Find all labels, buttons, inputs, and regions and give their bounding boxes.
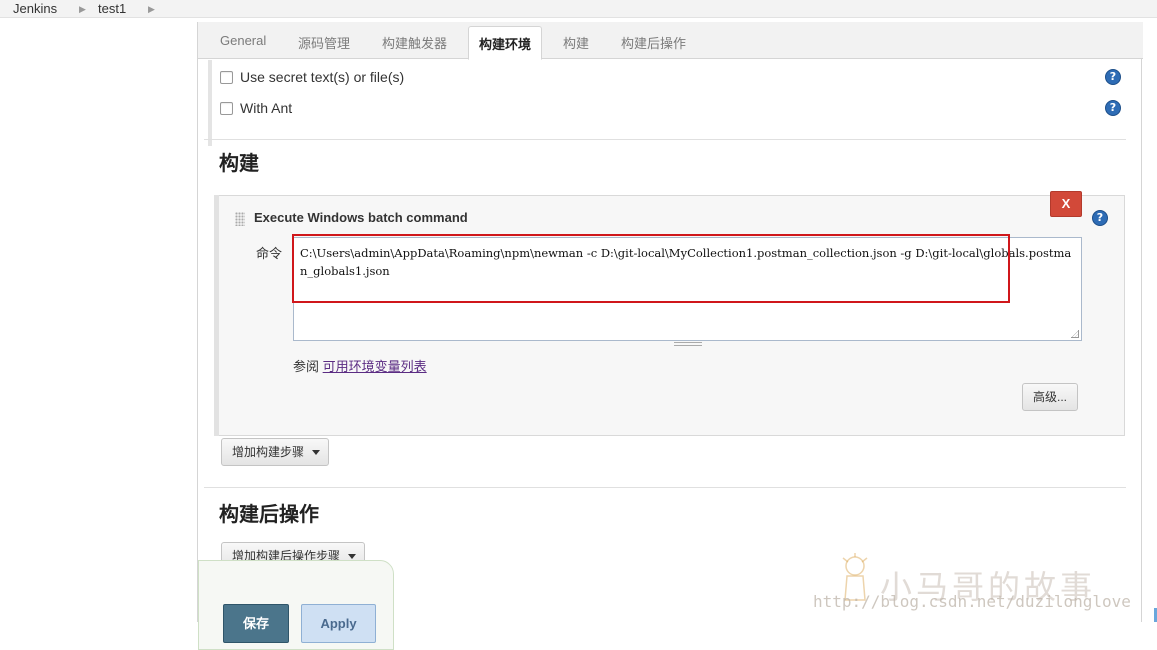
post-build-heading: 构建后操作 (219, 504, 319, 526)
env-vars-reference: 参阅 可用环境变量列表 (293, 356, 427, 375)
tab-post-build[interactable]: 构建后操作 (621, 33, 686, 52)
highlight-annotation (292, 234, 1010, 303)
add-build-step-label: 增加构建步骤 (232, 445, 305, 459)
breadcrumb: Jenkins ▶ test1 ▶ (0, 0, 1157, 18)
tab-build-env[interactable]: 构建环境 (468, 26, 543, 60)
secret-text-label: Use secret text(s) or file(s) (240, 69, 405, 85)
breadcrumb-item-job[interactable]: test1 (98, 1, 126, 16)
ref-prefix: 参阅 (293, 359, 320, 374)
step-title: Execute Windows batch command (254, 210, 468, 225)
watermark-url: http://blog.csdn.net/duzilonglove (813, 592, 1131, 611)
help-icon[interactable]: ? (1105, 69, 1121, 85)
divider (204, 487, 1126, 488)
save-bar: 保存 Apply (198, 560, 394, 650)
textarea-resize-handle[interactable] (674, 342, 702, 346)
with-ant-checkbox[interactable] (220, 101, 233, 115)
tab-build[interactable]: 构建 (563, 33, 589, 52)
caret-down-icon (348, 554, 357, 560)
tab-triggers[interactable]: 构建触发器 (382, 33, 447, 52)
delete-step-button[interactable]: X (1050, 191, 1082, 217)
with-ant-label: With Ant (240, 100, 293, 116)
breadcrumb-item-jenkins[interactable]: Jenkins (13, 1, 57, 16)
tab-general[interactable]: General (220, 33, 266, 48)
help-icon[interactable]: ? (1092, 210, 1108, 226)
apply-button[interactable]: Apply (301, 604, 376, 643)
command-label: 命令 (256, 246, 283, 261)
section-indent-bar (208, 60, 212, 146)
add-build-step-button[interactable]: 增加构建步骤 (221, 438, 329, 466)
caret-down-icon (312, 450, 321, 456)
step-indent-bar (214, 195, 219, 436)
help-icon[interactable]: ? (1105, 100, 1121, 116)
config-panel: General 源码管理 构建触发器 构建环境 构建 构建后操作 Use sec… (197, 22, 1143, 650)
build-step: Execute Windows batch command X ? 命令 C:\… (214, 191, 1125, 436)
secret-text-checkbox[interactable] (220, 70, 233, 84)
tab-scm[interactable]: 源码管理 (298, 33, 350, 52)
advanced-button[interactable]: 高级... (1022, 383, 1078, 411)
chevron-right-icon[interactable]: ▶ (148, 4, 155, 15)
divider (204, 139, 1126, 140)
config-tab-bar: General 源码管理 构建触发器 构建环境 构建 构建后操作 (198, 22, 1143, 60)
build-heading: 构建 (219, 153, 259, 175)
env-vars-link[interactable]: 可用环境变量列表 (323, 359, 427, 374)
resize-corner-icon[interactable] (1071, 330, 1079, 338)
save-button[interactable]: 保存 (223, 604, 289, 643)
drag-handle-icon[interactable] (235, 212, 245, 226)
option-with-ant: With Ant (220, 100, 292, 116)
option-secret-text: Use secret text(s) or file(s) (220, 69, 404, 85)
chevron-right-icon[interactable]: ▶ (79, 4, 86, 15)
